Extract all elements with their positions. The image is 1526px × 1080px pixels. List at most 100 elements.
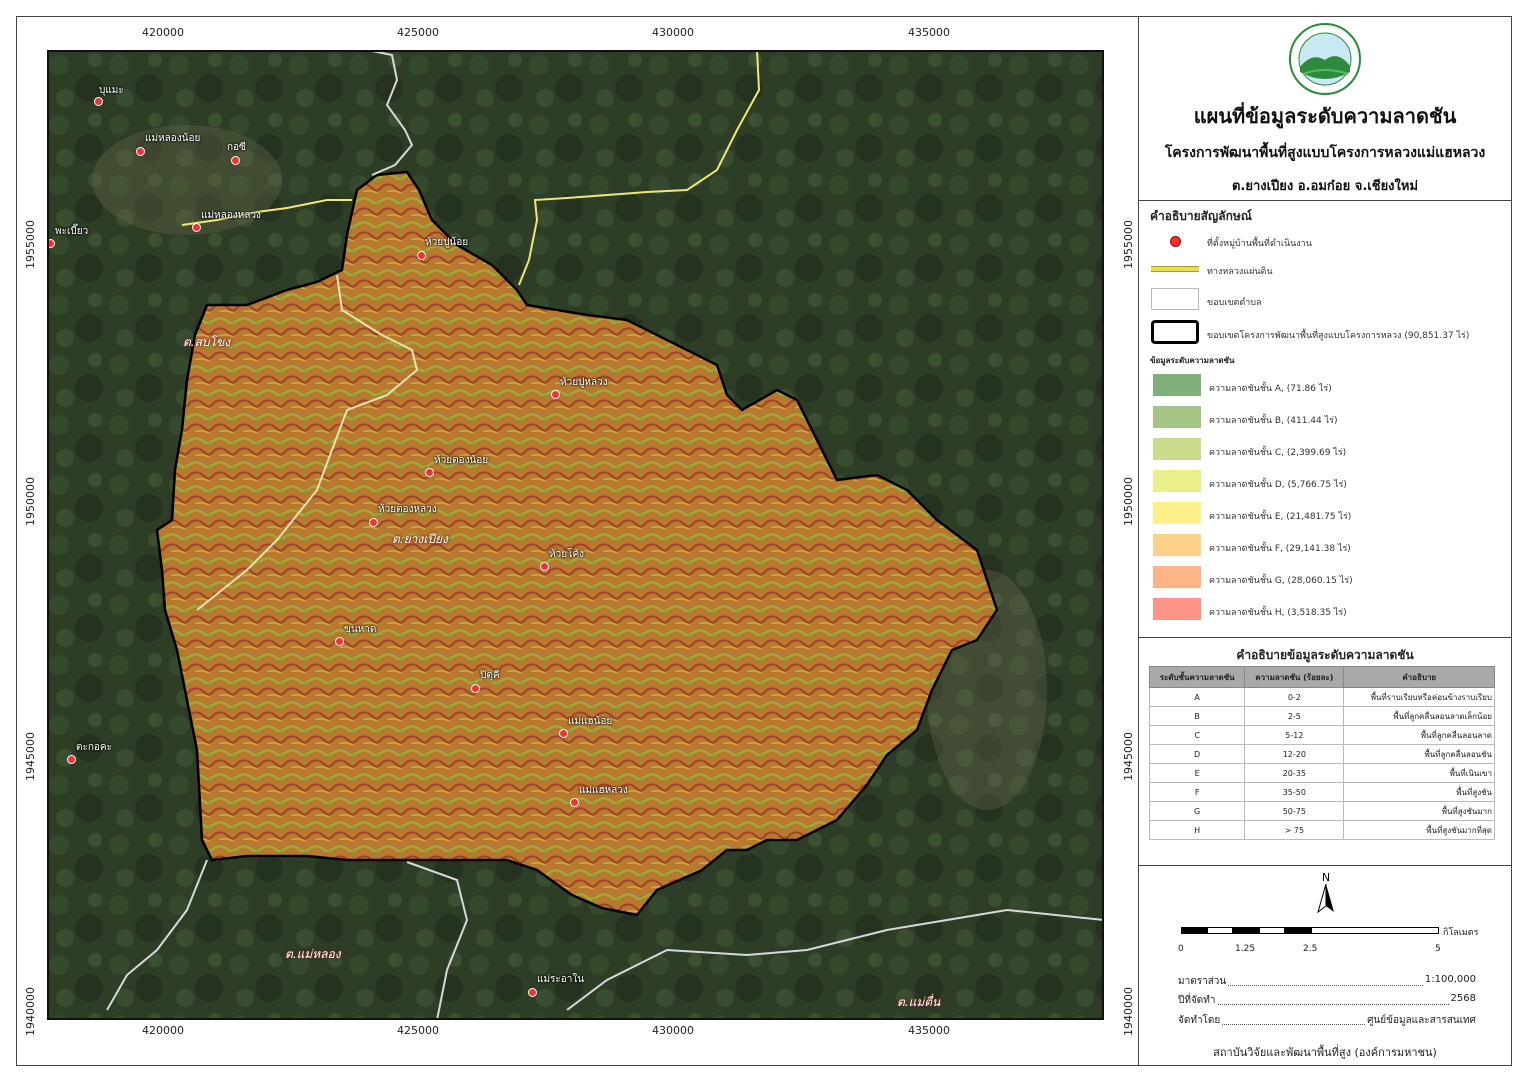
village-symbol-icon <box>1170 236 1181 247</box>
y-tick-right: 1950000 <box>1122 477 1135 526</box>
slope-label: ความลาดชันชั้น G, (28,060.15 ไร่) <box>1209 576 1353 586</box>
scalebar-segment <box>1259 927 1285 934</box>
x-tick-bottom: 425000 <box>397 1024 439 1037</box>
village-label: ห้วยปูหลวง <box>560 377 608 388</box>
slope-swatch-b <box>1153 406 1201 428</box>
year-info: ปีที่จัดทำ 2568 <box>1178 993 1476 1008</box>
village-marker[interactable] <box>471 684 480 693</box>
village-marker[interactable] <box>551 390 560 399</box>
slope-swatch-f <box>1153 534 1201 556</box>
legend-label: ขอบเขตโครงการพัฒนาพื้นที่สูงแบบโครงการหล… <box>1207 331 1470 341</box>
map-title: แผนที่ข้อมูลระดับความลาดชัน <box>1193 104 1457 128</box>
map-subtitle: โครงการพัฒนาพื้นที่สูงแบบโครงการหลวงแม่แ… <box>1164 145 1486 161</box>
village-label: ห้วยตองน้อย <box>434 455 489 466</box>
table-row: C 5-12 พื้นที่ลูกคลื่นลอนลาด <box>1148 725 1495 745</box>
table-cell: พื้นที่ลูกคลื่นลอนชัน <box>1343 744 1495 764</box>
slope-label: ความลาดชันชั้น E, (21,481.75 ไร่) <box>1209 512 1352 522</box>
map-location: ต.ยางเปียง อ.อมก๋อย จ.เชียงใหม่ <box>1231 179 1419 194</box>
table-cell: พื้นที่ราบเรียบหรือค่อนข้างราบเรียบ <box>1343 687 1495 707</box>
table-cell: C <box>1148 725 1246 745</box>
info-label: ปีที่จัดทำ <box>1178 995 1216 1006</box>
village-marker[interactable] <box>540 562 549 571</box>
info-value: ศูนย์ข้อมูลและสารสนเทศ <box>1367 1015 1476 1026</box>
info-value: 2568 <box>1450 993 1476 1004</box>
project-boundary-symbol-icon <box>1151 320 1199 344</box>
y-tick-right: 1945000 <box>1122 732 1135 781</box>
village-marker[interactable] <box>136 147 145 156</box>
village-marker[interactable] <box>231 156 240 165</box>
table-row: H > 75 พื้นที่สูงชันมากที่สุด <box>1148 820 1495 840</box>
table-cell: 35-50 <box>1244 782 1345 802</box>
table-cell: A <box>1148 687 1246 707</box>
organization-logo-icon <box>1289 23 1361 95</box>
scalebar-label: 0 <box>1178 944 1184 954</box>
x-tick-top: 425000 <box>397 26 439 39</box>
north-label: N <box>1322 871 1330 884</box>
y-tick-right: 1955000 <box>1122 220 1135 269</box>
slope-swatch-h <box>1153 598 1201 620</box>
table-header: ระดับชั้นความลาดชัน <box>1148 666 1246 688</box>
table-row: E 20-35 พื้นที่เนินเขา <box>1148 763 1495 783</box>
village-label: แม่หลองหลวง <box>201 210 261 221</box>
y-tick-left: 1955000 <box>24 220 37 269</box>
village-marker[interactable] <box>67 755 76 764</box>
legend-label: ขอบเขตตำบล <box>1207 298 1262 308</box>
y-tick-left: 1945000 <box>24 732 37 781</box>
village-label: ห้วยตองหลวง <box>378 504 437 515</box>
village-marker[interactable] <box>94 97 103 106</box>
table-header: คำอธิบาย <box>1343 666 1495 688</box>
scalebar-label: 2.5 <box>1303 944 1318 954</box>
village-label: ขุนหาด <box>344 624 377 635</box>
table-cell: พื้นที่ลูกคลื่นลอนลาดเล็กน้อย <box>1343 706 1495 726</box>
slope-label: ความลาดชันชั้น B, (411.44 ไร่) <box>1209 416 1338 426</box>
slope-swatch-a <box>1153 374 1201 396</box>
table-cell: พื้นที่สูงชัน <box>1343 782 1495 802</box>
x-tick-top: 420000 <box>142 26 184 39</box>
village-marker[interactable] <box>335 637 344 646</box>
scalebar-segment <box>1233 927 1259 934</box>
table-cell: พื้นที่เนินเขา <box>1343 763 1495 783</box>
village-marker[interactable] <box>570 798 579 807</box>
slope-swatch-e <box>1153 502 1201 524</box>
info-value: 1:100,000 <box>1424 974 1476 985</box>
subdistrict-label: ต.ยางเปียง <box>392 532 448 546</box>
village-label: กอซี <box>227 142 246 153</box>
slope-label: ความลาดชันชั้น F, (29,141.38 ไร่) <box>1209 544 1351 554</box>
map-canvas[interactable]: บุแมะ แม่หลองน้อย กอซี แม่หลองหลวง พะเบี… <box>47 50 1104 1020</box>
slope-swatch-d <box>1153 470 1201 492</box>
village-label: ห้วยโค้ง <box>549 549 585 560</box>
village-marker[interactable] <box>192 223 201 232</box>
map-svg <box>47 50 1104 1020</box>
subdistrict-symbol-icon <box>1151 288 1199 310</box>
table-cell: 2-5 <box>1244 706 1345 726</box>
table-cell: B <box>1148 706 1246 726</box>
scalebar-segment <box>1207 927 1233 934</box>
village-marker[interactable] <box>369 518 378 527</box>
author-info: จัดทำโดย ศูนย์ข้อมูลและสารสนเทศ <box>1178 1013 1476 1028</box>
slope-table: ระดับชั้นความลาดชัน ความลาดชัน (ร้อยละ) … <box>1148 666 1495 840</box>
x-tick-bottom: 420000 <box>142 1024 184 1037</box>
table-cell: D <box>1148 744 1246 764</box>
subdistrict-label: ต.สบโขง <box>183 335 231 349</box>
table-cell: 20-35 <box>1244 763 1345 783</box>
village-label: ปิตุคี <box>480 670 500 681</box>
table-cell: > 75 <box>1244 820 1345 840</box>
village-marker[interactable] <box>559 729 568 738</box>
table-cell: 5-12 <box>1244 725 1345 745</box>
village-label: แม่ระอาใน <box>537 974 585 985</box>
village-marker[interactable] <box>425 468 434 477</box>
info-label: จัดทำโดย <box>1178 1015 1221 1026</box>
table-cell: พื้นที่ลูกคลื่นลอนลาด <box>1343 725 1495 745</box>
slope-label: ความลาดชันชั้น D, (5,766.75 ไร่) <box>1209 480 1347 490</box>
village-label: ตะกอคะ <box>76 742 112 753</box>
table-row: F 35-50 พื้นที่สูงชัน <box>1148 782 1495 802</box>
table-row: A 0-2 พื้นที่ราบเรียบหรือค่อนข้างราบเรียบ <box>1148 687 1495 707</box>
scalebar-label: 5 <box>1435 944 1441 954</box>
village-marker[interactable] <box>417 251 426 260</box>
table-cell: พื้นที่สูงชันมากที่สุด <box>1343 820 1495 840</box>
village-marker[interactable] <box>528 988 537 997</box>
road-symbol-icon <box>1151 266 1199 272</box>
slope-table-title: คำอธิบายข้อมูลระดับความลาดชัน <box>1236 648 1414 662</box>
table-cell: 50-75 <box>1244 801 1345 821</box>
table-row: G 50-75 พื้นที่สูงชันมาก <box>1148 801 1495 821</box>
